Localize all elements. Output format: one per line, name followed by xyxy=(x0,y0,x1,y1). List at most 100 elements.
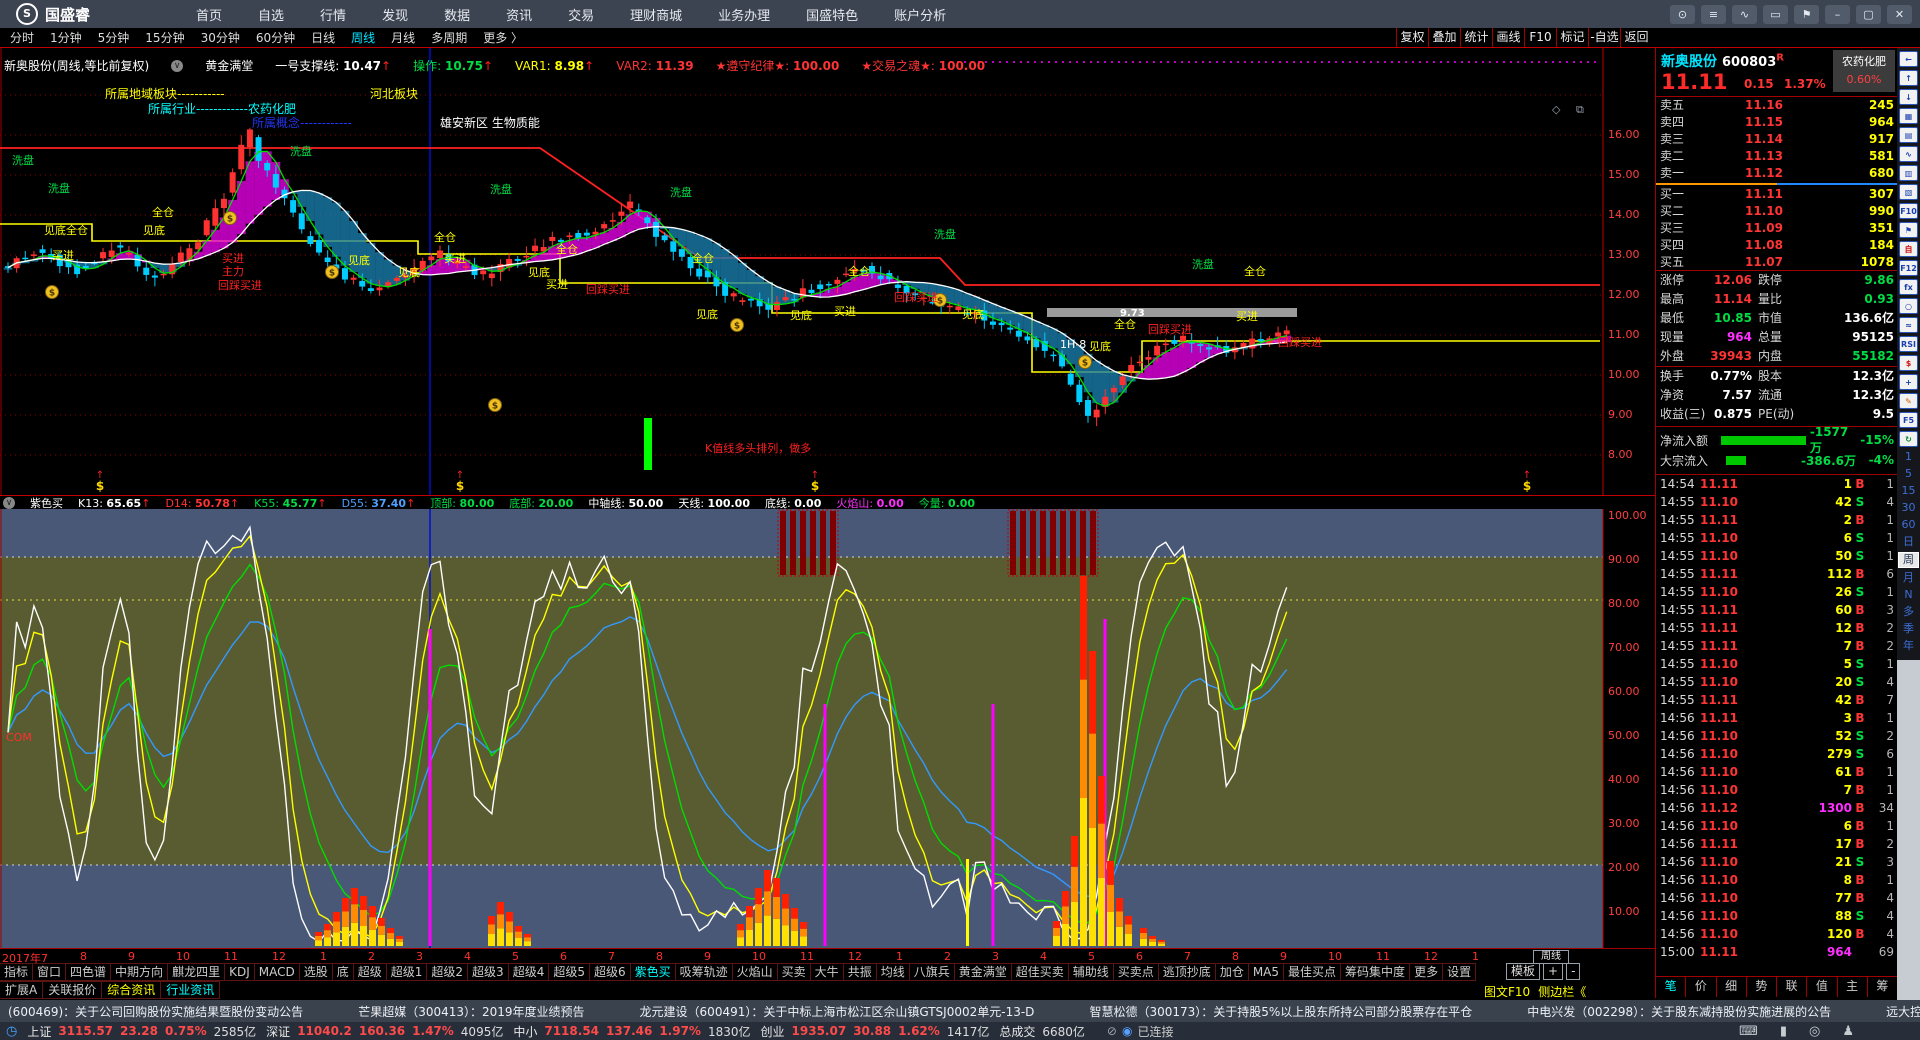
side-control-button[interactable]: 图文F10 xyxy=(1484,983,1530,1000)
indicator-tab[interactable]: 超级 xyxy=(353,963,387,981)
bid-row[interactable]: 买四11.08184 xyxy=(1656,237,1898,254)
bid-row[interactable]: 买二11.10990 xyxy=(1656,203,1898,220)
chart-tool-button[interactable]: 复权 xyxy=(1396,28,1428,47)
news-item[interactable]: (600469)：关于公司回购股份实施结果暨股份变动公告 xyxy=(8,1003,303,1020)
ask-row[interactable]: 卖一11.12680 xyxy=(1656,165,1898,182)
trend-icon[interactable]: ∿ xyxy=(1899,146,1918,162)
index-quote[interactable]: 深证11040.2 160.361.47%4095亿 xyxy=(266,1023,503,1040)
indicator-tab[interactable]: 选股 xyxy=(299,963,333,981)
indicator-tab[interactable]: 超级3 xyxy=(467,963,509,981)
news-item[interactable]: 中电兴发（002298）：关于股东减持股份实施进展的公告 xyxy=(1527,1003,1831,1020)
indicator-tab[interactable]: 黄金满堂 xyxy=(954,963,1012,981)
quote-tab[interactable]: 值 xyxy=(1807,977,1837,997)
menu-item[interactable]: 理财商城 xyxy=(630,5,682,24)
chart-tool-button[interactable]: 返回 xyxy=(1620,28,1652,47)
strip-period[interactable]: 年 xyxy=(1898,639,1919,653)
back-icon[interactable]: ← xyxy=(1899,51,1918,67)
indicator-tab[interactable]: MACD xyxy=(254,963,300,981)
indicator-tab[interactable]: 四色谱 xyxy=(65,963,111,981)
menu-item[interactable]: 资讯 xyxy=(506,5,532,24)
template-button[interactable]: + xyxy=(1543,963,1563,980)
draw-icon[interactable]: ✎ xyxy=(1899,393,1918,409)
menu-item[interactable]: 首页 xyxy=(196,5,222,24)
split-window-icon[interactable]: ⧉ xyxy=(1576,103,1584,117)
indicator-tab[interactable]: 筹码集中度 xyxy=(1340,963,1410,981)
info-tab[interactable]: 关联报价 xyxy=(42,981,102,999)
collapse-icon[interactable]: ∨ xyxy=(171,60,183,72)
strip-period[interactable]: 30 xyxy=(1898,501,1919,515)
period-item[interactable]: 15分钟 xyxy=(137,29,192,46)
page-down-icon[interactable]: ↓ xyxy=(1899,89,1918,105)
indicator-tab[interactable]: 更多 xyxy=(1409,963,1443,981)
menu-item[interactable]: 业务办理 xyxy=(718,5,770,24)
index-quote[interactable]: 中小7118.54 137.461.97%1830亿 xyxy=(513,1023,750,1040)
indicator-tab[interactable]: 均线 xyxy=(876,963,910,981)
alert-lamp-icon[interactable]: ♟ xyxy=(1842,1024,1854,1039)
indicator-tab[interactable]: 中期方向 xyxy=(110,963,168,981)
menu-item[interactable]: 发现 xyxy=(382,5,408,24)
menu-item[interactable]: 交易 xyxy=(568,5,594,24)
circle-icon[interactable]: ○ xyxy=(1899,298,1918,314)
index-quote[interactable]: 上证3115.57 23.280.75%2585亿 xyxy=(27,1023,256,1040)
indicator-tab[interactable]: 紫色买 xyxy=(630,963,676,981)
keyboard-wizard-icon[interactable]: ⌨ xyxy=(1739,1024,1758,1039)
period-item[interactable]: 1分钟 xyxy=(42,29,90,46)
board-icon[interactable]: ▦ xyxy=(1899,108,1918,124)
quote-tab[interactable]: 势 xyxy=(1747,977,1777,997)
diamond-icon[interactable]: ◇ xyxy=(1552,103,1560,116)
rsi-icon[interactable]: RSI xyxy=(1899,336,1918,352)
bid-row[interactable]: 买一11.11307 xyxy=(1656,186,1898,203)
wave-icon[interactable]: ≈ xyxy=(1899,317,1918,333)
period-item[interactable]: 30分钟 xyxy=(193,29,248,46)
period-item[interactable]: 分时 xyxy=(2,29,42,46)
indicator-tab[interactable]: 指标 xyxy=(0,963,33,981)
indicator-tab[interactable]: 加仓 xyxy=(1215,963,1249,981)
monitor-icon[interactable]: ▭ xyxy=(1763,5,1788,24)
ask-row[interactable]: 卖四11.15964 xyxy=(1656,114,1898,131)
notify-icon[interactable]: ⚑ xyxy=(1794,5,1819,24)
indicator-tab[interactable]: 大牛 xyxy=(810,963,844,981)
index-quote[interactable]: 创业1935.07 30.881.62%1417亿 xyxy=(761,1023,990,1040)
strip-period[interactable]: 日 xyxy=(1898,535,1919,549)
period-item[interactable]: 周线 xyxy=(343,29,383,46)
money-icon[interactable]: $ xyxy=(1899,355,1918,371)
indicator-tab[interactable]: 超级5 xyxy=(548,963,590,981)
indicator-tab[interactable]: 设置 xyxy=(1442,963,1476,981)
indicator-tab[interactable]: 辅助线 xyxy=(1068,963,1114,981)
indicator-tab[interactable]: 火焰山 xyxy=(732,963,778,981)
kline-icon[interactable]: ▥ xyxy=(1899,165,1918,181)
quote-tab[interactable]: 细 xyxy=(1717,977,1747,997)
strip-period[interactable]: 月 xyxy=(1898,571,1919,585)
indicator-tab[interactable]: 麒龙四里 xyxy=(167,963,225,981)
period-item[interactable]: 月线 xyxy=(383,29,423,46)
menu-item[interactable]: 自选 xyxy=(258,5,284,24)
quote-tab[interactable]: 联 xyxy=(1777,977,1807,997)
indicator-tab[interactable]: 逃顶抄底 xyxy=(1158,963,1216,981)
indicator-tab[interactable]: MA5 xyxy=(1248,963,1284,981)
target-icon[interactable]: ◎ xyxy=(1809,1024,1820,1039)
period-item[interactable]: 60分钟 xyxy=(248,29,303,46)
overlay-indicator-name[interactable]: 黄金满堂 xyxy=(205,57,253,74)
template-button[interactable]: 模板 xyxy=(1506,963,1540,980)
flag-icon[interactable]: ⚑ xyxy=(1899,222,1918,238)
custom-stock-icon[interactable]: 自 xyxy=(1899,241,1918,257)
ask-row[interactable]: 卖五11.16245 xyxy=(1656,97,1898,114)
quote-assistant-icon[interactable]: ∿ xyxy=(1732,5,1757,24)
template-button[interactable]: - xyxy=(1566,963,1580,980)
settings-icon[interactable]: ≡ xyxy=(1701,5,1726,24)
f12-trade-icon[interactable]: F12 xyxy=(1899,260,1918,276)
menu-item[interactable]: 数据 xyxy=(444,5,470,24)
indicator-tab[interactable]: KDJ xyxy=(224,963,255,981)
indicator-tab[interactable]: 买卖点 xyxy=(1113,963,1159,981)
mini-kline-icon[interactable]: ▮ xyxy=(1780,1024,1787,1039)
strip-period[interactable]: 5 xyxy=(1898,467,1919,481)
menu-item[interactable]: 国盛特色 xyxy=(806,5,858,24)
indicator-tab[interactable]: 买卖 xyxy=(777,963,811,981)
quote-tab[interactable]: 价 xyxy=(1686,977,1716,997)
indicator-tab[interactable]: 吸筹轨迹 xyxy=(675,963,733,981)
news-item[interactable]: 智慧松德（300173）：关于持股5%以上股东所持公司部分股票存在平仓 xyxy=(1089,1003,1472,1020)
chart-tool-button[interactable]: 统计 xyxy=(1460,28,1492,47)
maximize-icon[interactable]: ▢ xyxy=(1856,5,1881,24)
menu-item[interactable]: 行情 xyxy=(320,5,346,24)
f10-icon[interactable]: F10 xyxy=(1899,203,1918,219)
